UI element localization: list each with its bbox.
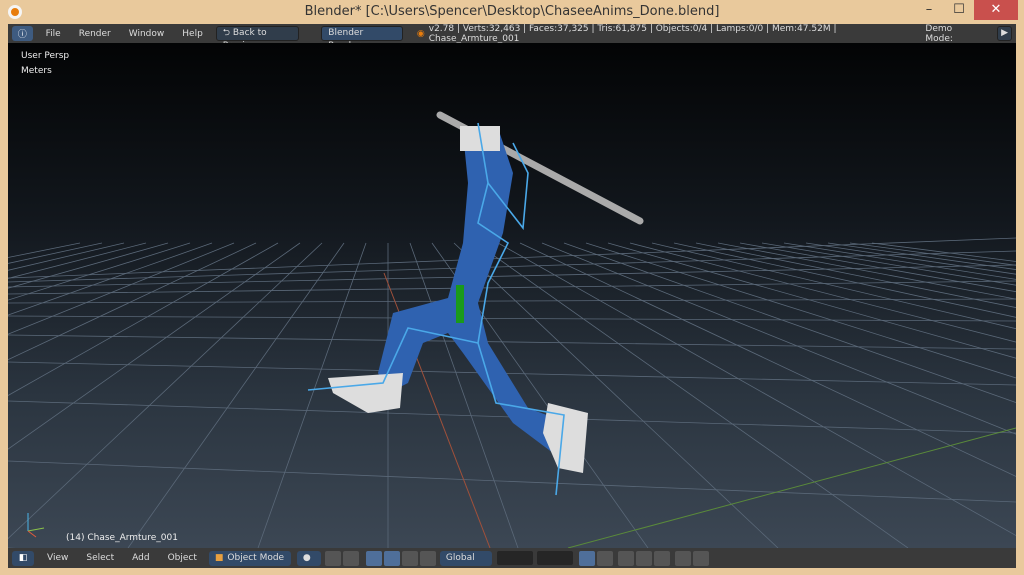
- snap-target-icon[interactable]: [653, 550, 670, 566]
- translate-icon[interactable]: [365, 550, 382, 566]
- render-animation-icon[interactable]: [692, 550, 709, 566]
- render-engine-select[interactable]: Blender Render: [321, 26, 403, 51]
- demo-mode-label: Demo Mode:: [925, 23, 953, 44]
- 3d-view-header: ◧ View Select Add Object ■ Object Mode ● …: [8, 548, 1016, 568]
- blender-icon: ◉: [416, 28, 425, 39]
- units-label: Meters: [21, 66, 52, 76]
- close-button[interactable]: ✕: [974, 0, 1018, 20]
- sphere-icon: ●: [302, 552, 311, 563]
- manipulator-icon[interactable]: [342, 550, 359, 566]
- menu-add[interactable]: Add: [123, 553, 158, 563]
- info-header: ⓘ File Render Window Help ⮌ Back to Prev…: [8, 23, 1016, 51]
- menu-render[interactable]: Render: [70, 29, 120, 39]
- cube-icon: ■: [214, 552, 224, 563]
- menu-help[interactable]: Help: [173, 29, 212, 39]
- menu-file[interactable]: File: [37, 29, 70, 39]
- minimize-button[interactable]: –: [914, 0, 944, 20]
- axis-gizmo: [27, 513, 45, 538]
- mode-label: Object Mode: [227, 552, 285, 563]
- lock-camera-icon[interactable]: [578, 550, 595, 566]
- active-object-label: (14) Chase_Armture_001: [66, 533, 178, 543]
- pivot-icon[interactable]: [324, 550, 341, 566]
- back-icon: ⮌: [222, 28, 233, 38]
- editor-type-info-icon[interactable]: ⓘ: [12, 26, 33, 41]
- shading-select[interactable]: ●: [296, 550, 321, 566]
- scale-icon[interactable]: [401, 550, 418, 566]
- snap-icon[interactable]: [617, 550, 634, 566]
- window-title: Blender* [C:\Users\Spencer\Desktop\Chase…: [304, 4, 720, 19]
- view-name: User Persp: [21, 51, 70, 61]
- editor-type-3d-view-icon[interactable]: ◧: [12, 550, 34, 566]
- snap-element-icon[interactable]: [635, 550, 652, 566]
- proportional-edit-icon[interactable]: [596, 550, 613, 566]
- layers-grid-2[interactable]: [536, 551, 573, 565]
- scene-stats: v2.78 | Verts:32,463 | Faces:37,325 | Tr…: [428, 23, 837, 44]
- character-model: [307, 111, 644, 496]
- mode-select[interactable]: ■ Object Mode: [208, 550, 291, 566]
- menu-window[interactable]: Window: [120, 29, 174, 39]
- menu-view[interactable]: View: [38, 553, 77, 563]
- scene-canvas: [8, 111, 1016, 548]
- layers-grid-1[interactable]: [496, 551, 533, 565]
- orientation-select[interactable]: Global: [439, 550, 492, 566]
- maximize-button[interactable]: ☐: [944, 0, 974, 20]
- demo-play-button[interactable]: ▶: [997, 26, 1012, 41]
- y-axis-line: [567, 427, 1016, 548]
- back-to-previous-button[interactable]: ⮌ Back to Previous: [215, 26, 300, 51]
- menu-object[interactable]: Object: [159, 553, 206, 563]
- title-bar: Blender* [C:\Users\Spencer\Desktop\Chase…: [0, 0, 1024, 24]
- menu-select[interactable]: Select: [77, 553, 123, 563]
- render-icon[interactable]: [674, 550, 691, 566]
- transform-icon[interactable]: [419, 550, 436, 566]
- 3d-viewport[interactable]: User Persp Meters (14) Chase_Armture_001: [8, 43, 1016, 548]
- rotate-icon[interactable]: [383, 550, 400, 566]
